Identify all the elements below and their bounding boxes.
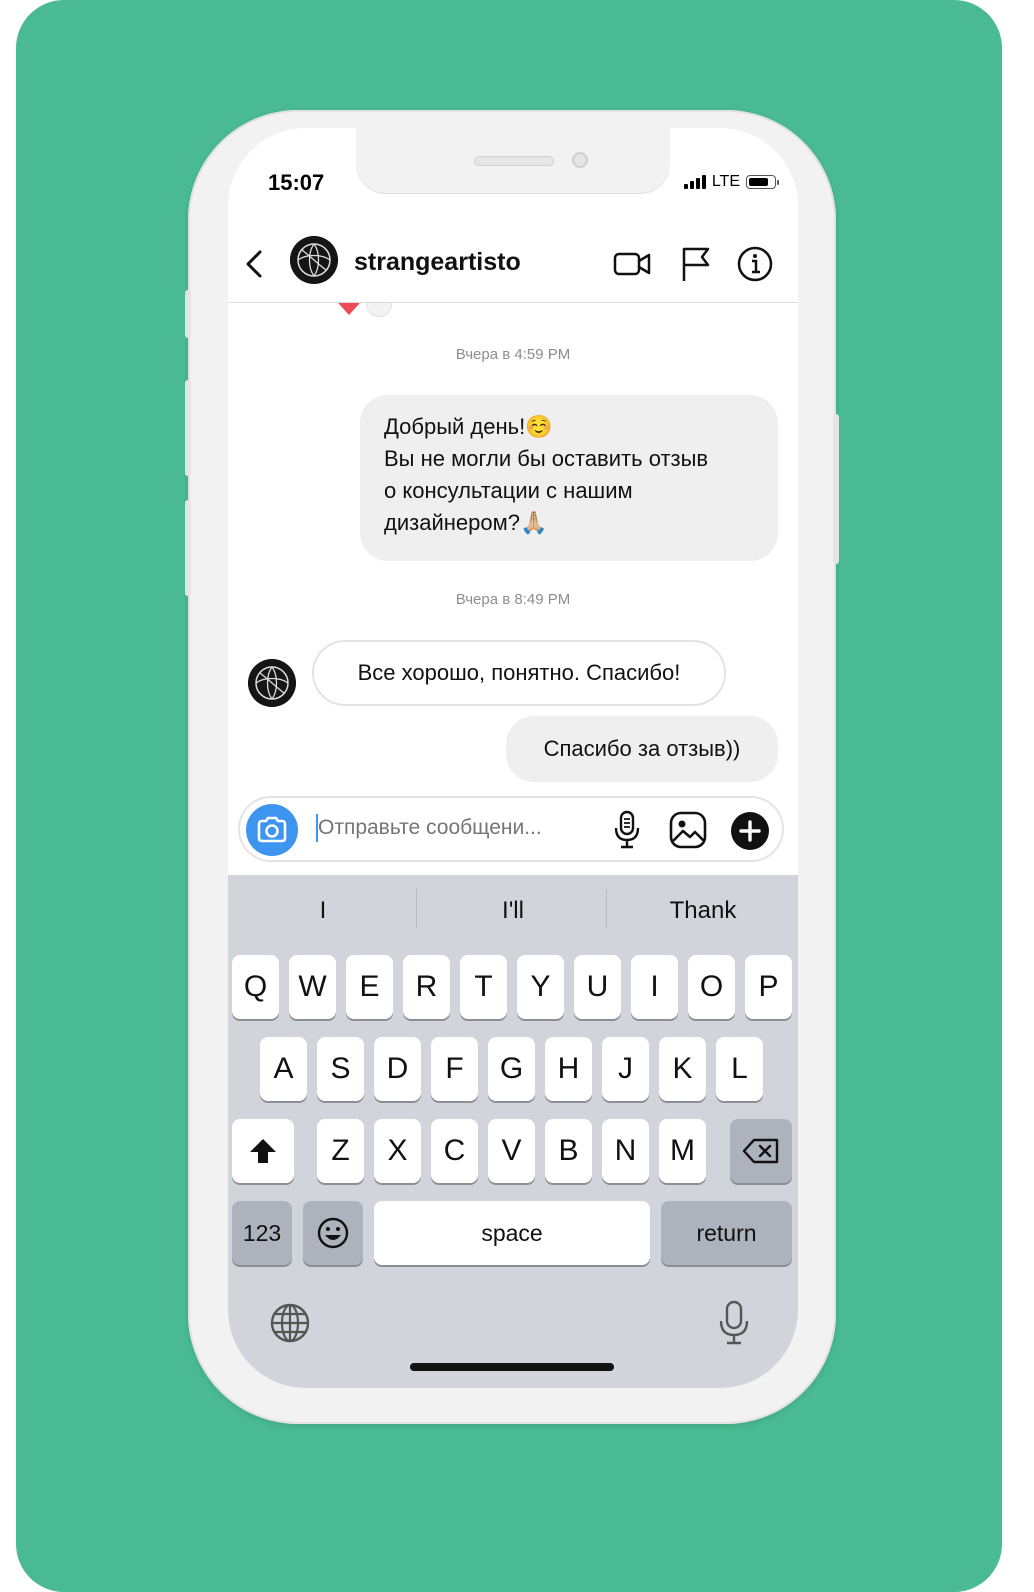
key-f[interactable]: F [431, 1037, 478, 1101]
key-p[interactable]: P [745, 955, 792, 1019]
signal-icon [683, 175, 706, 189]
message-text: Спасибо за отзыв)) [543, 736, 741, 761]
backspace-key[interactable] [730, 1119, 792, 1183]
status-indicators: LTE [683, 173, 779, 191]
phone-screen: 15:07 LTE strangeartisto Вчера в 4:59 PM… [228, 128, 798, 1388]
sender-avatar[interactable] [248, 659, 296, 707]
front-camera [572, 152, 588, 168]
message-timestamp: Вчера в 4:59 PM [455, 346, 571, 363]
reactor-avatar [366, 303, 392, 317]
space-key[interactable]: space [374, 1201, 650, 1265]
flag-icon[interactable] [676, 244, 716, 284]
key-w[interactable]: W [289, 955, 336, 1019]
incoming-message-bubble[interactable]: Все хорошо, понятно. Спасибо! [312, 640, 726, 706]
info-icon[interactable] [735, 244, 775, 284]
key-v[interactable]: V [488, 1119, 535, 1183]
gallery-icon[interactable] [668, 810, 708, 850]
key-h[interactable]: H [545, 1037, 592, 1101]
suggestion-divider [416, 889, 417, 929]
camera-icon [257, 816, 287, 843]
key-s[interactable]: S [317, 1037, 364, 1101]
suggestion[interactable]: I'll [418, 897, 608, 925]
message-text: Все хорошо, понятно. Спасибо! [357, 660, 681, 685]
dictation-microphone-icon[interactable] [716, 1299, 752, 1347]
reaction-row [336, 303, 392, 317]
microphone-icon[interactable] [612, 810, 642, 850]
speaker-grille [474, 156, 554, 166]
network-type: LTE [711, 173, 740, 190]
key-t[interactable]: T [460, 955, 507, 1019]
suggestion-divider [606, 889, 607, 929]
volume-down-button [185, 500, 191, 596]
message-timestamp: Вчера в 8:49 PM [455, 591, 571, 608]
outgoing-message-bubble[interactable]: Добрый день!☺️ Вы не могли бы оставить о… [360, 395, 778, 561]
key-c[interactable]: C [431, 1119, 478, 1183]
video-call-icon[interactable] [612, 244, 652, 284]
suggestion[interactable]: I [228, 897, 418, 925]
avatar[interactable] [290, 236, 338, 284]
battery-icon [746, 175, 779, 189]
chat-header: strangeartisto [228, 228, 798, 303]
globe-icon[interactable] [268, 1301, 312, 1345]
status-time: 15:07 [268, 170, 325, 195]
key-d[interactable]: D [374, 1037, 421, 1101]
key-y[interactable]: Y [517, 955, 564, 1019]
message-text-line: Добрый день!☺️ [384, 414, 553, 439]
key-b[interactable]: B [545, 1119, 592, 1183]
shift-arrow-icon [250, 1139, 276, 1163]
chat-thread: Вчера в 4:59 PM Добрый день!☺️ Вы не мог… [228, 303, 798, 873]
message-text-line: Вы не могли бы оставить отзыв [384, 446, 709, 471]
back-arrow-icon[interactable] [242, 246, 268, 282]
return-key[interactable]: return [661, 1201, 792, 1265]
power-button [833, 414, 839, 564]
key-u[interactable]: U [574, 955, 621, 1019]
camera-button[interactable] [246, 804, 298, 856]
key-j[interactable]: J [602, 1037, 649, 1101]
key-e[interactable]: E [346, 955, 393, 1019]
emoji-key[interactable] [303, 1201, 363, 1265]
key-i[interactable]: I [631, 955, 678, 1019]
key-a[interactable]: A [260, 1037, 307, 1101]
key-z[interactable]: Z [317, 1119, 364, 1183]
outgoing-message-bubble[interactable]: Спасибо за отзыв)) [506, 716, 778, 782]
keyboard: I I'll Thank Q W E R T Y U I O P A S D F… [228, 875, 798, 1388]
key-x[interactable]: X [374, 1119, 421, 1183]
message-text-line: дизайнером?🙏🏼 [384, 510, 548, 535]
volume-up-button [185, 380, 191, 476]
key-g[interactable]: G [488, 1037, 535, 1101]
key-r[interactable]: R [403, 955, 450, 1019]
key-o[interactable]: O [688, 955, 735, 1019]
home-indicator[interactable] [410, 1363, 614, 1371]
message-composer [238, 796, 784, 862]
delete-icon [742, 1138, 779, 1164]
emoji-icon [317, 1217, 349, 1249]
key-n[interactable]: N [602, 1119, 649, 1183]
heart-reaction-icon [338, 303, 360, 315]
key-q[interactable]: Q [232, 955, 279, 1019]
message-input[interactable] [318, 816, 588, 840]
chat-username[interactable]: strangeartisto [354, 248, 521, 277]
shift-key[interactable] [232, 1119, 294, 1183]
message-text-line: о консультации с нашим [384, 478, 633, 503]
key-m[interactable]: M [659, 1119, 706, 1183]
notch [356, 128, 670, 194]
suggestion[interactable]: Thank [608, 897, 798, 925]
key-k[interactable]: K [659, 1037, 706, 1101]
numbers-key[interactable]: 123 [232, 1201, 292, 1265]
key-l[interactable]: L [716, 1037, 763, 1101]
mute-switch [185, 290, 191, 338]
plus-icon[interactable] [730, 811, 770, 851]
